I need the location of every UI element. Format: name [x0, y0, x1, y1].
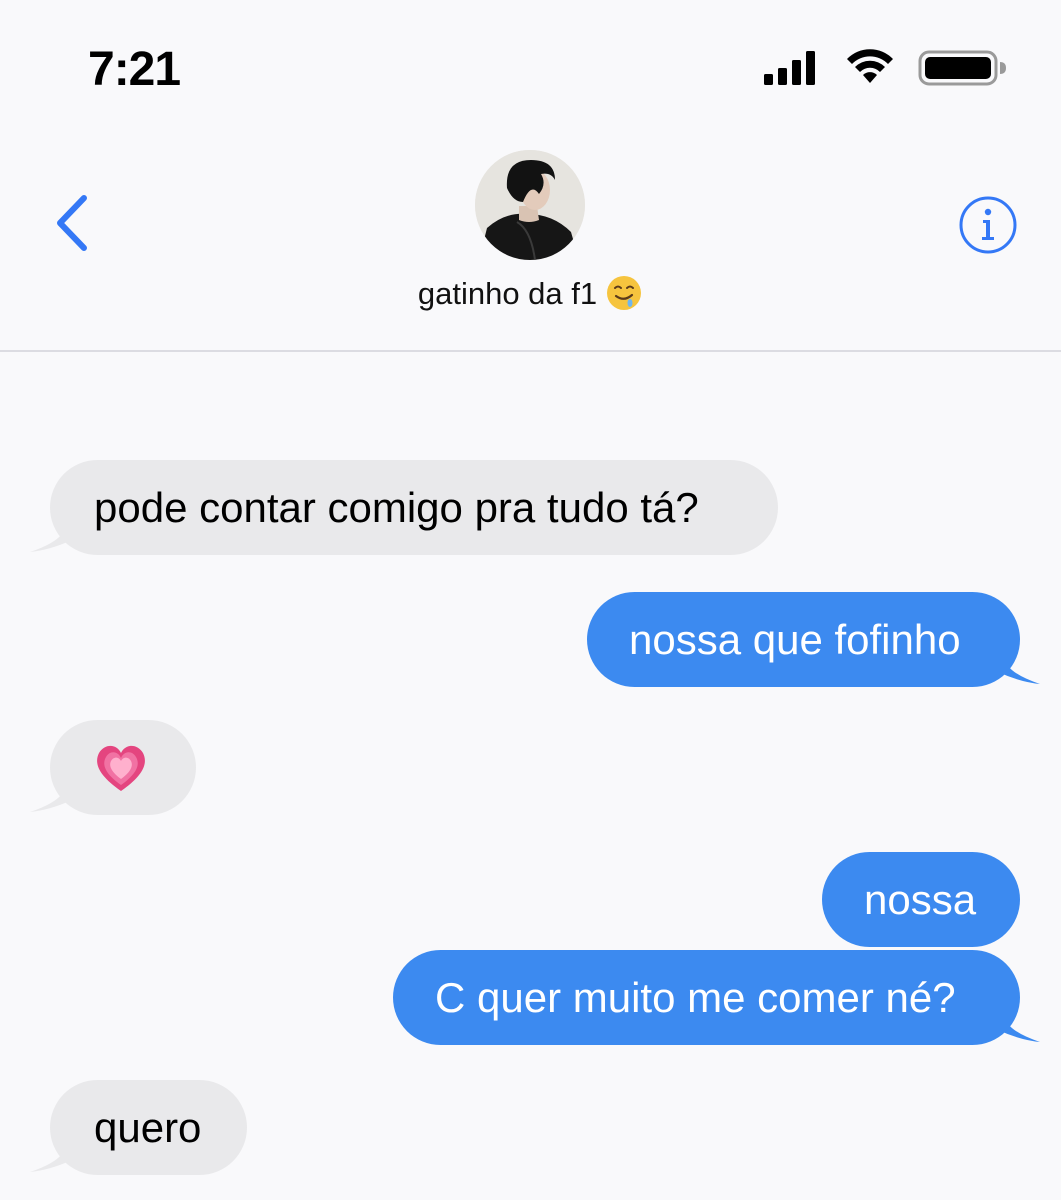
- battery-full-icon: [918, 50, 1006, 86]
- message-thread: pode contar comigo pra tudo tá? nossa qu…: [0, 352, 1061, 1200]
- status-time: 7:21: [88, 43, 181, 96]
- cellular-signal-icon: [764, 51, 815, 85]
- chevron-left-icon[interactable]: [48, 192, 94, 254]
- contact-name-text: gatinho da f1: [417, 276, 598, 311]
- growing-heart-emoji: [97, 745, 145, 791]
- avatar[interactable]: [475, 150, 585, 260]
- message-bubble-incoming[interactable]: pode contar comigo pra tudo tá?: [50, 460, 778, 555]
- status-bar: 7:21: [0, 0, 1061, 130]
- contact-photo: [475, 150, 585, 260]
- conversation-header: gatinho da f1: [0, 130, 1061, 352]
- drooling-face-emoji: [607, 275, 642, 310]
- message-bubble-outgoing[interactable]: nossa que fofinho: [587, 592, 1020, 687]
- info-circle-icon[interactable]: [958, 195, 1018, 255]
- message-bubble-outgoing[interactable]: C quer muito me comer né?: [393, 950, 1020, 1045]
- wifi-icon: [847, 49, 893, 83]
- message-bubble-incoming[interactable]: [50, 720, 196, 815]
- contact-name[interactable]: gatinho da f1: [0, 272, 1061, 316]
- message-bubble-outgoing[interactable]: nossa: [822, 852, 1020, 947]
- message-bubble-incoming[interactable]: quero: [50, 1080, 247, 1175]
